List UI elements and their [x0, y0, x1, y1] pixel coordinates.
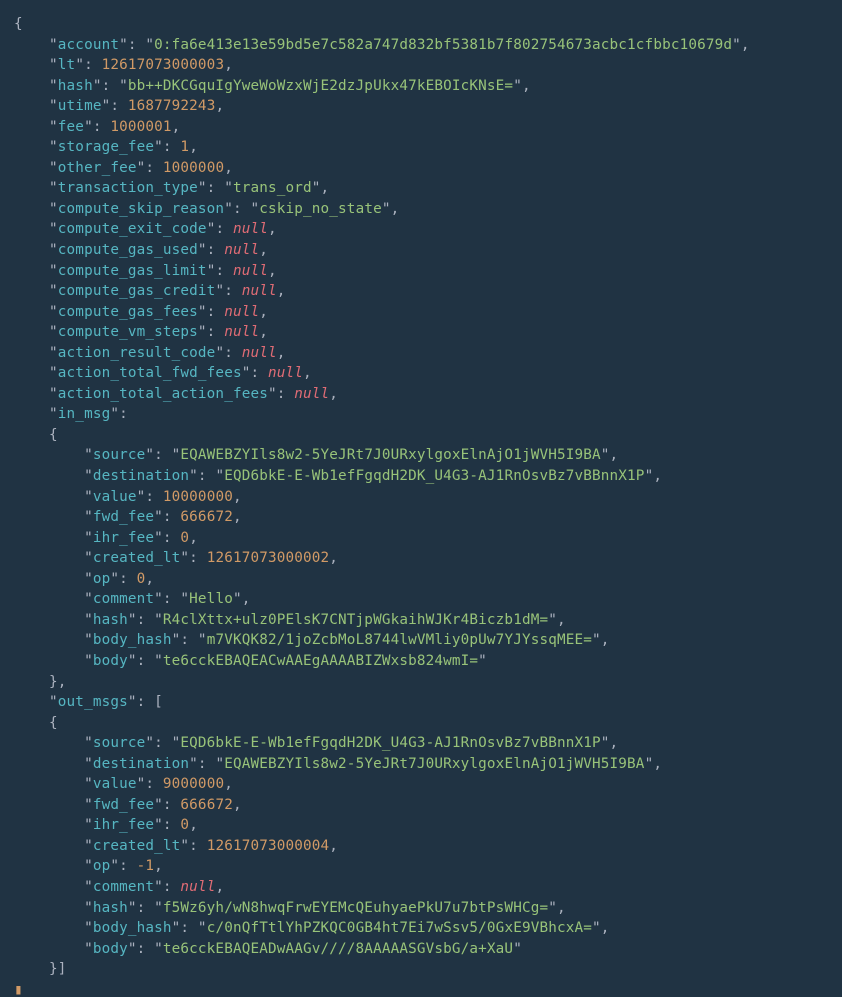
json-string: 0:fa6e413e13e59bd5e7c582a747d832bf5381b7…: [154, 37, 732, 53]
json-string: EQD6bkE-E-Wb1efFgqdH2DK_U4G3-AJ1RnOsvBz7…: [224, 468, 644, 484]
json-key: ihr_fee: [93, 530, 154, 546]
json-null: null: [242, 345, 277, 361]
json-key: compute_skip_reason: [58, 201, 224, 217]
json-key: body_hash: [93, 632, 172, 648]
json-number: 1687792243: [128, 98, 216, 114]
json-key: destination: [93, 468, 189, 484]
json-key: compute_gas_fees: [58, 304, 198, 320]
json-code-block[interactable]: { "account": "0:fa6e413e13e59bd5e7c582a7…: [0, 0, 842, 997]
json-key: hash: [93, 612, 128, 628]
json-key: hash: [58, 78, 93, 94]
json-key: account: [58, 37, 119, 53]
json-null: null: [268, 365, 303, 381]
json-key: hash: [93, 900, 128, 916]
json-number: 1000001: [110, 119, 171, 135]
json-key: destination: [93, 756, 189, 772]
json-number: 12617073000002: [207, 550, 330, 566]
json-key: body_hash: [93, 920, 172, 936]
json-key: action_total_fwd_fees: [58, 365, 242, 381]
json-string: EQAWEBZYIls8w2-5YeJRt7J0URxylgoxElnAjO1j…: [224, 756, 644, 772]
json-key: storage_fee: [58, 139, 154, 155]
json-null: null: [294, 386, 329, 402]
json-null: null: [224, 242, 259, 258]
json-string: c/0nQfTtlYhPZKQC0GB4ht7Ei7wSsv5/0GxE9VBh…: [207, 920, 592, 936]
json-number: 12617073000004: [207, 838, 330, 854]
json-key: source: [93, 735, 146, 751]
json-null: null: [233, 221, 268, 237]
json-key: op: [93, 571, 111, 587]
json-key: compute_exit_code: [58, 221, 207, 237]
json-number: 1000000: [163, 160, 224, 176]
json-null: null: [233, 263, 268, 279]
json-key: value: [93, 776, 137, 792]
json-string: R4clXttx+ulz0PElsK7CNTjpWGkaihWJKr4Biczb…: [163, 612, 548, 628]
json-key: ihr_fee: [93, 817, 154, 833]
json-key: fee: [58, 119, 84, 135]
json-null: null: [242, 283, 277, 299]
json-key: body: [93, 653, 128, 669]
json-string: EQD6bkE-E-Wb1efFgqdH2DK_U4G3-AJ1RnOsvBz7…: [180, 735, 600, 751]
json-key: comment: [93, 591, 154, 607]
json-string: EQAWEBZYIls8w2-5YeJRt7J0URxylgoxElnAjO1j…: [180, 447, 600, 463]
json-number: 666672: [180, 509, 233, 525]
json-null: null: [224, 304, 259, 320]
json-key: action_result_code: [58, 345, 216, 361]
json-key: transaction_type: [58, 180, 198, 196]
json-key: compute_gas_credit: [58, 283, 216, 299]
json-number: 9000000: [163, 776, 224, 792]
json-number: 0: [180, 530, 189, 546]
json-string: bb++DKCGquIgYweWoWzxWjE2dzJpUkx47kEBOIcK…: [128, 78, 513, 94]
json-key: created_lt: [93, 838, 181, 854]
json-null: null: [180, 879, 215, 895]
json-number: 0: [180, 817, 189, 833]
json-key: action_total_action_fees: [58, 386, 268, 402]
json-key: op: [93, 858, 111, 874]
json-key: compute_gas_used: [58, 242, 198, 258]
json-null: null: [224, 324, 259, 340]
json-key: source: [93, 447, 146, 463]
json-key: created_lt: [93, 550, 181, 566]
json-key: out_msgs: [58, 694, 128, 710]
json-key: body: [93, 941, 128, 957]
json-string: te6cckEBAQEADwAAGv////8AAAAASGVsbG/a+XaU: [163, 941, 513, 957]
json-number: -1: [137, 858, 155, 874]
json-number: 12617073000003: [102, 57, 225, 73]
json-key: in_msg: [58, 406, 111, 422]
json-key: lt: [58, 57, 76, 73]
json-string: m7VKQK82/1joZcbMoL8744lwVMliy0pUw7YJYssq…: [207, 632, 592, 648]
json-string: te6cckEBAQEACwAAEgAAAABIZWxsb824wmI=: [163, 653, 478, 669]
json-key: compute_vm_steps: [58, 324, 198, 340]
json-string: Hello: [189, 591, 233, 607]
json-number: 666672: [180, 797, 233, 813]
json-key: fwd_fee: [93, 509, 154, 525]
json-string: trans_ord: [233, 180, 312, 196]
json-key: value: [93, 489, 137, 505]
json-number: 1: [180, 139, 189, 155]
json-key: compute_gas_limit: [58, 263, 207, 279]
json-key: comment: [93, 879, 154, 895]
cursor-icon: ▮: [14, 982, 23, 997]
json-string: f5Wz6yh/wN8hwqFrwEYEMcQEuhyaePkU7u7btPsW…: [163, 900, 548, 916]
json-number: 10000000: [163, 489, 233, 505]
json-key: utime: [58, 98, 102, 114]
json-key: other_fee: [58, 160, 137, 176]
json-key: fwd_fee: [93, 797, 154, 813]
json-string: cskip_no_state: [259, 201, 382, 217]
